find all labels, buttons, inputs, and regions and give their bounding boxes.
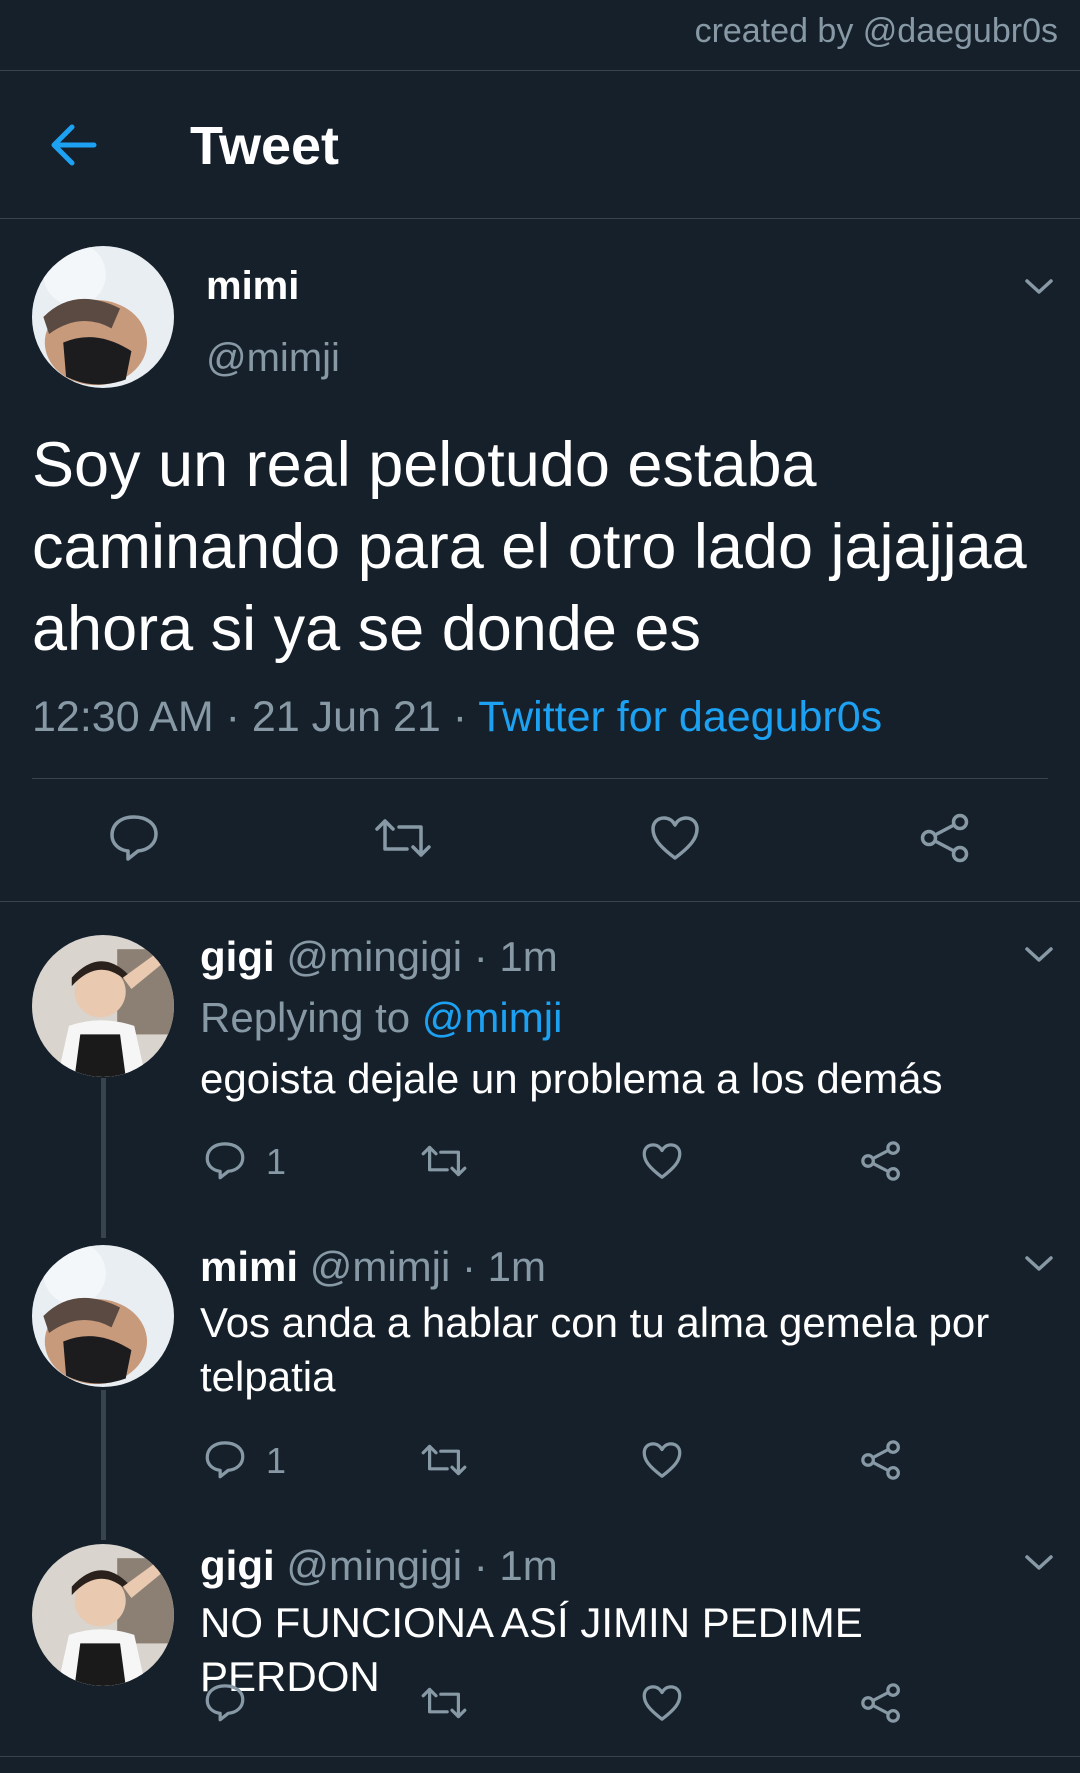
reply-text: egoista dejale un problema a los demás [200,1055,943,1102]
divider [0,901,1080,902]
retweet-icon[interactable] [420,1144,468,1178]
reply-icon[interactable] [204,1140,246,1180]
like-icon[interactable] [641,1683,683,1723]
tweet-source[interactable]: Twitter for daegubr0s [478,693,882,741]
reply-header: mimi @mimji · 1m [200,1243,546,1291]
reply-author-handle[interactable]: @mingigi [286,1542,462,1589]
reply-icon[interactable] [108,813,160,861]
like-icon[interactable] [649,814,701,862]
share-icon[interactable] [919,813,971,863]
thread-line [101,1078,106,1238]
dot-separator: · [462,933,500,980]
replying-to-mention[interactable]: @mimji [422,994,563,1041]
reply-text: Vos anda a hablar con tu alma gemela por… [200,1299,990,1400]
reply-time: 1m [487,1243,546,1290]
reply-author-handle[interactable]: @mingigi [286,933,462,980]
reply-header: gigi @mingigi · 1m [200,933,558,981]
reply-author-name[interactable]: gigi [200,1542,275,1589]
thread-line [101,1390,106,1540]
reply-header: gigi @mingigi · 1m [200,1542,558,1590]
dot-separator: · [462,1542,500,1589]
like-icon[interactable] [641,1440,683,1480]
replying-to-label: Replying to [200,994,422,1041]
reply-icon[interactable] [204,1682,246,1722]
tweet-meta: 12:30 AM · 21 Jun 21 · Twitter for daegu… [32,693,882,742]
page-title: Tweet [190,116,340,176]
arrow-left-icon[interactable] [48,121,100,169]
replying-to: Replying to @mimji [200,994,562,1042]
reply-author-handle[interactable]: @mimji [310,1243,451,1290]
chevron-down-icon[interactable] [1022,276,1056,298]
retweet-icon[interactable] [373,817,433,859]
retweet-icon[interactable] [420,1443,468,1477]
divider [0,1756,1080,1757]
creator-credit: created by @daegubr0s [694,12,1058,50]
avatar[interactable] [32,935,174,1077]
reply-author-name[interactable]: gigi [200,933,275,980]
tweet-text: Soy un real pelotudo estaba caminando pa… [32,430,1027,664]
reply-count: 1 [266,1141,287,1182]
meta-separator: · [440,693,479,741]
tweet-time: 12:30 AM [32,693,214,741]
reply-time: 1m [499,1542,558,1589]
avatar[interactable] [32,246,174,388]
share-icon[interactable] [860,1140,902,1182]
chevron-down-icon[interactable] [1022,1552,1056,1574]
reply-icon[interactable] [204,1439,246,1479]
author-handle[interactable]: @mimji [206,336,340,381]
dot-separator: · [450,1243,488,1290]
retweet-icon[interactable] [420,1686,468,1720]
share-icon[interactable] [860,1439,902,1481]
avatar[interactable] [32,1544,174,1686]
top-bar: Tweet [0,70,1080,219]
like-icon[interactable] [641,1141,683,1181]
author-name[interactable]: mimi [206,264,299,309]
share-icon[interactable] [860,1682,902,1724]
chevron-down-icon[interactable] [1022,1253,1056,1275]
tweet-date: 21 Jun 21 [251,693,441,741]
avatar[interactable] [32,1245,174,1387]
divider [32,778,1048,779]
meta-separator: · [213,693,252,741]
reply-text: NO FUNCIONA ASÍ JIMIN PEDIME PERDON [200,1599,863,1700]
reply-time: 1m [499,933,558,980]
chevron-down-icon[interactable] [1022,944,1056,966]
reply-author-name[interactable]: mimi [200,1243,298,1290]
reply-count: 1 [266,1440,287,1481]
